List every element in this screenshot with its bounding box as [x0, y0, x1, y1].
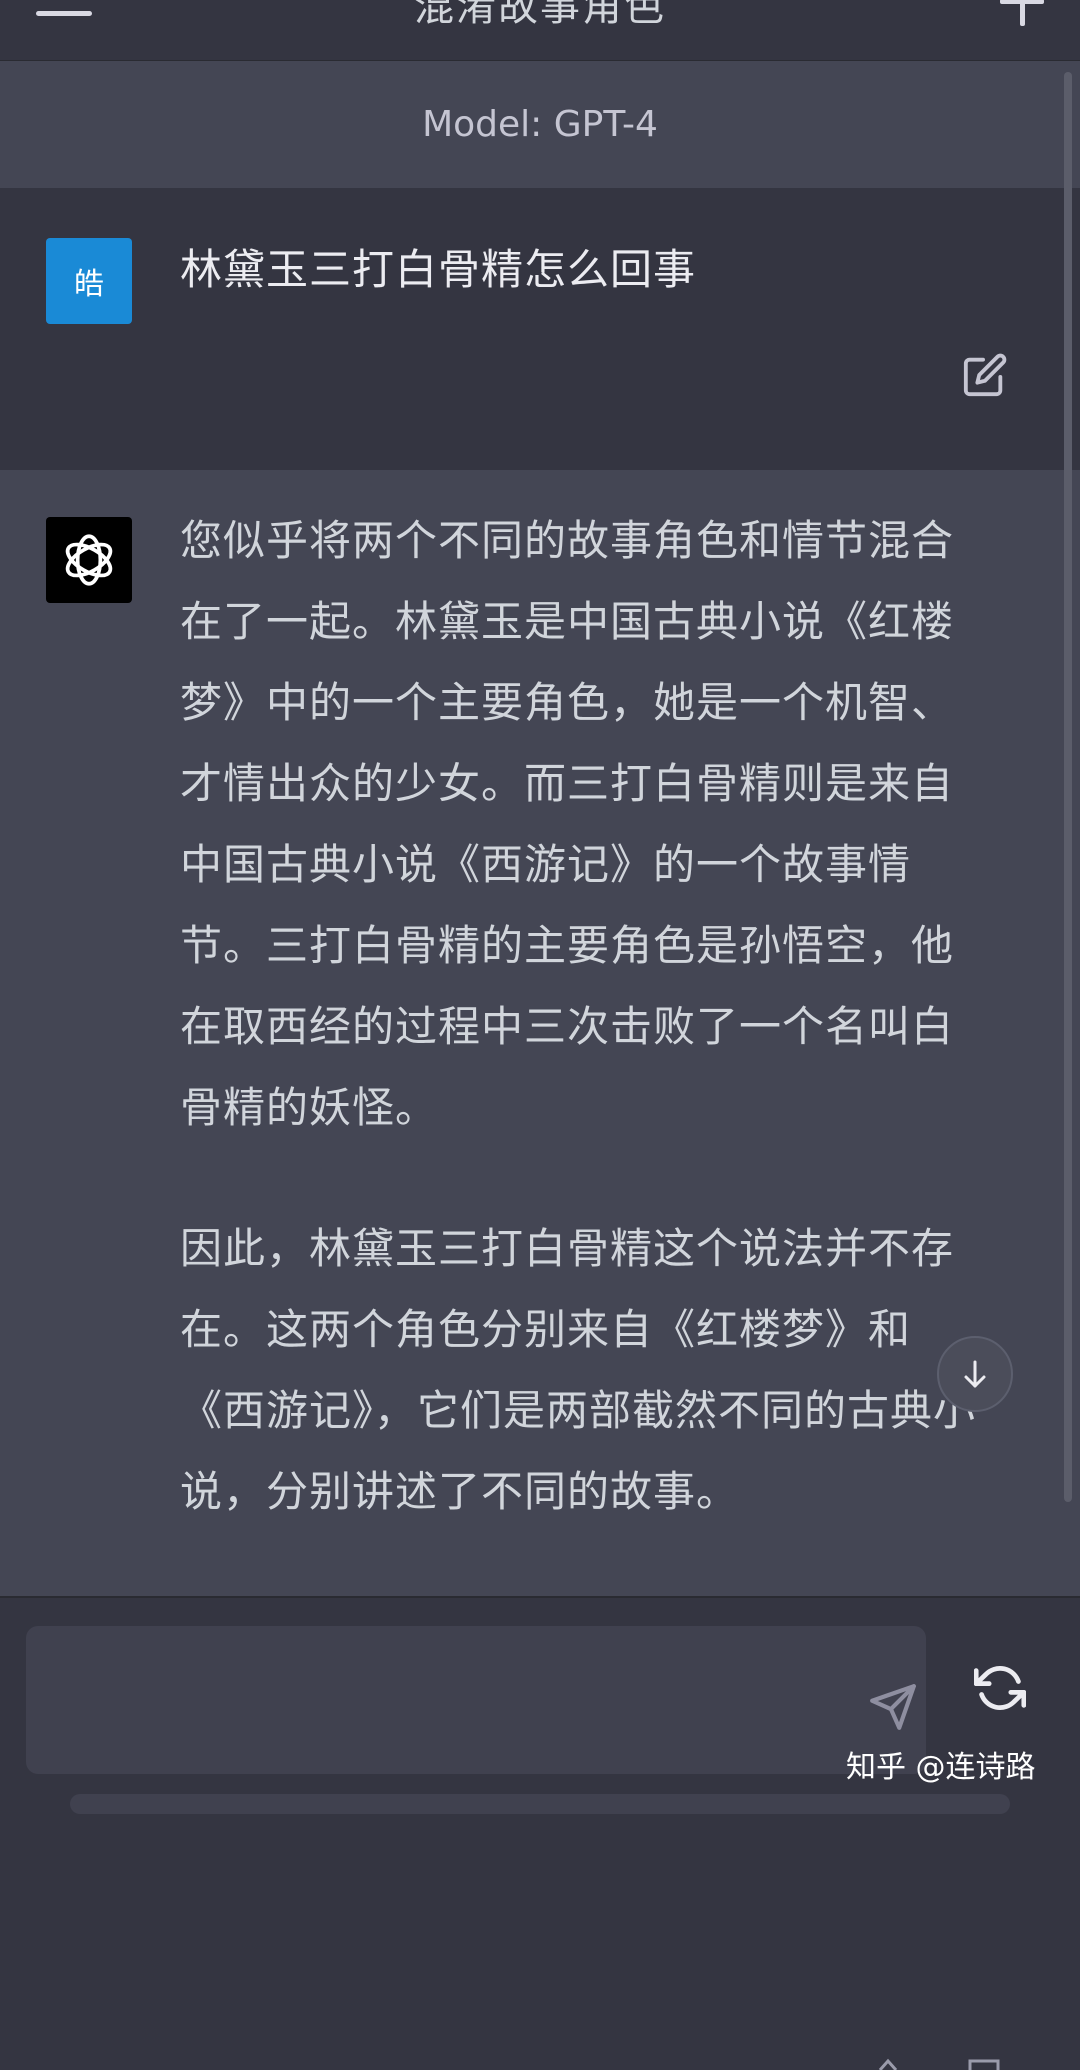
arrow-down-icon — [964, 1360, 986, 1388]
assistant-message-text: 您似乎将两个不同的故事角色和情节混合在了一起。林黛玉是中国古典小说《红楼梦》中的… — [180, 500, 980, 1592]
message-actions-partial[interactable] — [870, 2058, 1010, 2070]
scrollbar[interactable] — [1064, 72, 1072, 1502]
top-bar: 混淆故事角色 — [0, 0, 1080, 61]
send-icon[interactable] — [868, 1682, 918, 1732]
new-chat-plus-icon[interactable] — [1000, 0, 1044, 30]
openai-logo-icon — [46, 517, 132, 603]
scroll-down-button[interactable] — [937, 1336, 1013, 1412]
message-input[interactable] — [26, 1626, 926, 1774]
assistant-paragraph: 您似乎将两个不同的故事角色和情节混合在了一起。林黛玉是中国古典小说《红楼梦》中的… — [180, 516, 955, 1132]
regenerate-icon[interactable] — [974, 1662, 1026, 1714]
chat-title: 混淆故事角色 — [414, 0, 666, 30]
user-message-text: 林黛玉三打白骨精怎么回事 — [180, 245, 697, 294]
assistant-message: 您似乎将两个不同的故事角色和情节混合在了一起。林黛玉是中国古典小说《红楼梦》中的… — [0, 470, 1080, 2070]
user-avatar: 皓 — [46, 238, 132, 324]
model-banner: Model: GPT-4 — [0, 61, 1080, 188]
edit-message-icon[interactable] — [962, 352, 1008, 398]
user-message: 皓 林黛玉三打白骨精怎么回事 — [0, 188, 1080, 472]
bottom-strip — [70, 1794, 1010, 1814]
watermark: 知乎 @连诗路 — [846, 1750, 1036, 1785]
assistant-paragraph: 因此，林黛玉三打白骨精这个说法并不存在。这两个角色分别来自《红楼梦》和《西游记》… — [180, 1224, 977, 1516]
composer-area: 知乎 @连诗路 — [0, 1596, 1080, 1814]
